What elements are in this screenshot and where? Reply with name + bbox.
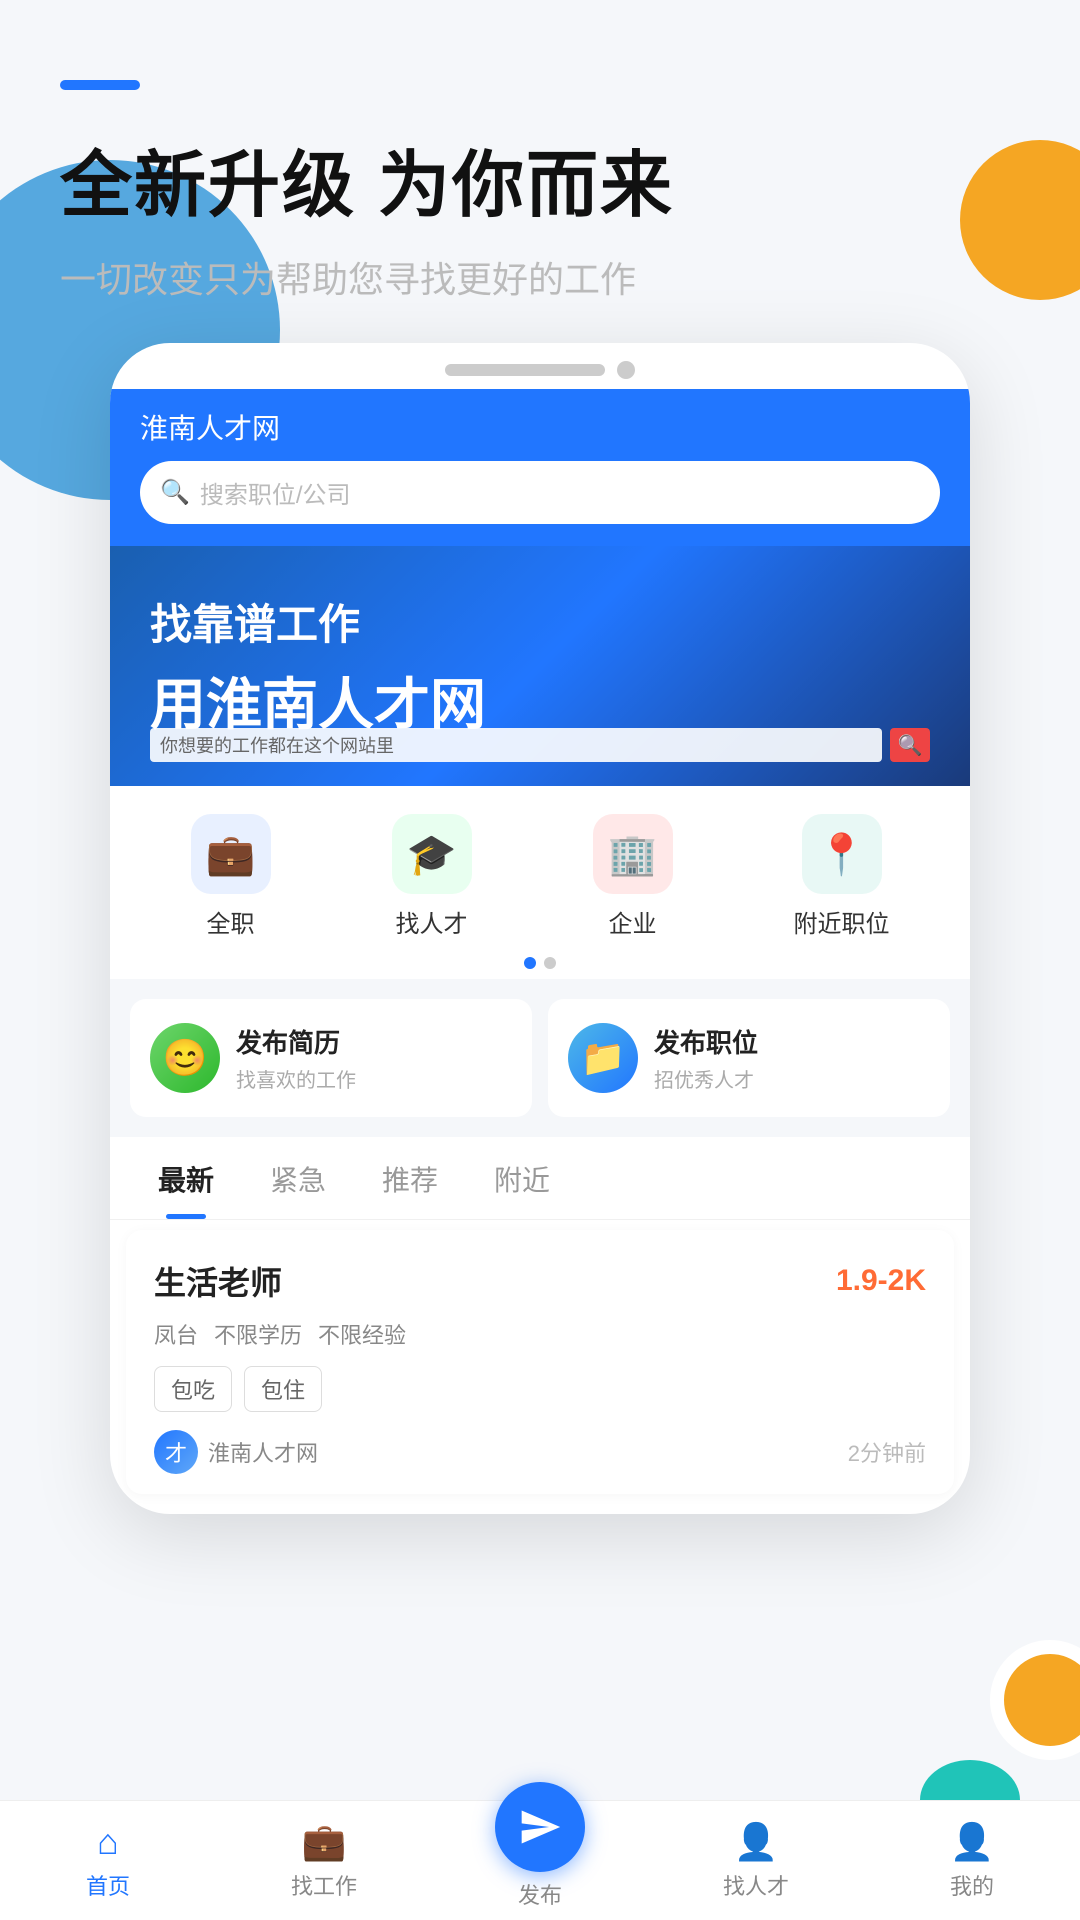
mine-label: 我的: [950, 1869, 994, 1901]
dash-decoration: [60, 80, 140, 90]
tab-zuixin[interactable]: 最新: [130, 1139, 242, 1219]
job-info: 发布职位 招优秀人才: [654, 1023, 758, 1093]
job-tag-meal: 包吃: [154, 1366, 232, 1412]
company-info: 才 淮南人才网: [154, 1430, 318, 1474]
search-bar[interactable]: 🔍 搜索职位/公司: [140, 461, 940, 524]
banner-url: 你想要的工作都在这个网站里: [150, 728, 882, 762]
resume-avatar: 😊: [150, 1023, 220, 1093]
job-meta: 凤台 不限学历 不限经验: [154, 1318, 926, 1350]
publish-label: 发布: [518, 1878, 562, 1910]
find-job-icon: 💼: [302, 1821, 347, 1863]
category-item-quanzhi[interactable]: 💼 全职: [191, 814, 271, 939]
home-icon: ⌂: [97, 1821, 119, 1863]
job-card-header: 生活老师 1.9-2K: [154, 1258, 926, 1304]
job-location: 凤台: [154, 1318, 198, 1350]
dot-2: [544, 957, 556, 969]
publish-button[interactable]: [495, 1782, 585, 1872]
tab-tuijian[interactable]: 推荐: [354, 1139, 466, 1219]
job-card[interactable]: 生活老师 1.9-2K 凤台 不限学历 不限经验 包吃 包住 才 淮南人才网 2…: [126, 1230, 954, 1494]
nav-find-talent[interactable]: 👤 找人才: [648, 1821, 864, 1901]
fujin-label: 附近职位: [794, 904, 890, 939]
phone-notch-bar: [110, 343, 970, 389]
job-title: 生活老师: [154, 1258, 282, 1304]
bg-decoration-orange-bottom: [990, 1640, 1080, 1760]
category-section: 💼 全职 🎓 找人才 🏢 企业 📍 附近职位: [110, 786, 970, 979]
tabs-row: 最新 紧急 推荐 附近: [110, 1139, 970, 1220]
dot-1: [524, 957, 536, 969]
mine-icon: 👤: [950, 1821, 995, 1863]
hero-subtitle: 一切改变只为帮助您寻找更好的工作: [60, 251, 1020, 303]
category-item-zhaorencai[interactable]: 🎓 找人才: [392, 814, 472, 939]
category-grid: 💼 全职 🎓 找人才 🏢 企业 📍 附近职位: [130, 814, 950, 939]
job-tag-housing: 包住: [244, 1366, 322, 1412]
phone-camera: [617, 361, 635, 379]
resume-info: 发布简历 找喜欢的工作: [236, 1023, 356, 1093]
category-item-qiye[interactable]: 🏢 企业: [593, 814, 673, 939]
quanzhi-icon: 💼: [191, 814, 271, 894]
resume-sub: 找喜欢的工作: [236, 1064, 356, 1093]
job-avatar: 📁: [568, 1023, 638, 1093]
nav-find-job[interactable]: 💼 找工作: [216, 1821, 432, 1901]
job-pub-sub: 招优秀人才: [654, 1064, 758, 1093]
job-pub-title: 发布职位: [654, 1023, 758, 1060]
bottom-nav: ⌂ 首页 💼 找工作 发布 👤 找人才 👤 我的: [0, 1800, 1080, 1920]
dots-indicator: [130, 957, 950, 969]
publish-resume-card[interactable]: 😊 发布简历 找喜欢的工作: [130, 999, 532, 1117]
action-cards: 😊 发布简历 找喜欢的工作 📁 发布职位 招优秀人才: [110, 979, 970, 1137]
publish-icon: [518, 1805, 562, 1849]
job-experience: 不限经验: [318, 1318, 406, 1350]
zhaorencai-icon: 🎓: [392, 814, 472, 894]
phone-mockup: 淮南人才网 🔍 搜索职位/公司 找靠谱工作 用淮南人才网 你想要的工作都在这个网…: [110, 343, 970, 1514]
resume-title: 发布简历: [236, 1023, 356, 1060]
find-job-label: 找工作: [291, 1869, 357, 1901]
tab-active-indicator: [166, 1214, 206, 1219]
find-talent-icon: 👤: [734, 1821, 779, 1863]
post-time: 2分钟前: [848, 1436, 926, 1468]
hero-title: 全新升级 为你而来: [60, 126, 1020, 231]
app-header: 淮南人才网 🔍 搜索职位/公司: [110, 389, 970, 546]
find-talent-label: 找人才: [723, 1869, 789, 1901]
job-tags: 包吃 包住: [154, 1366, 926, 1412]
job-footer: 才 淮南人才网 2分钟前: [154, 1430, 926, 1474]
hero-section: 全新升级 为你而来 一切改变只为帮助您寻找更好的工作: [0, 0, 1080, 303]
banner-search-btn[interactable]: 🔍: [890, 728, 930, 762]
nav-mine[interactable]: 👤 我的: [864, 1821, 1080, 1901]
zhaorencai-label: 找人才: [396, 904, 468, 939]
category-item-fujin[interactable]: 📍 附近职位: [794, 814, 890, 939]
qiye-label: 企业: [609, 904, 657, 939]
qiye-icon: 🏢: [593, 814, 673, 894]
banner-line1: 找靠谱工作: [150, 591, 970, 652]
banner-bottom: 你想要的工作都在这个网站里 🔍: [150, 728, 930, 762]
job-education: 不限学历: [214, 1318, 302, 1350]
search-icon: 🔍: [160, 478, 190, 507]
search-placeholder-text: 搜索职位/公司: [200, 475, 351, 510]
quanzhi-label: 全职: [207, 904, 255, 939]
tab-fujin[interactable]: 附近: [466, 1139, 578, 1219]
tab-jiji[interactable]: 紧急: [242, 1139, 354, 1219]
publish-job-card[interactable]: 📁 发布职位 招优秀人才: [548, 999, 950, 1117]
fujin-icon: 📍: [802, 814, 882, 894]
nav-publish[interactable]: 发布: [432, 1812, 648, 1910]
app-brand-label: 淮南人才网: [140, 407, 940, 447]
company-name: 淮南人才网: [208, 1436, 318, 1468]
nav-home[interactable]: ⌂ 首页: [0, 1821, 216, 1901]
banner-image: 找靠谱工作 用淮南人才网 你想要的工作都在这个网站里 🔍: [110, 546, 970, 786]
phone-notch: [445, 364, 605, 376]
company-logo: 才: [154, 1430, 198, 1474]
home-label: 首页: [86, 1869, 130, 1901]
job-salary: 1.9-2K: [836, 1264, 926, 1298]
